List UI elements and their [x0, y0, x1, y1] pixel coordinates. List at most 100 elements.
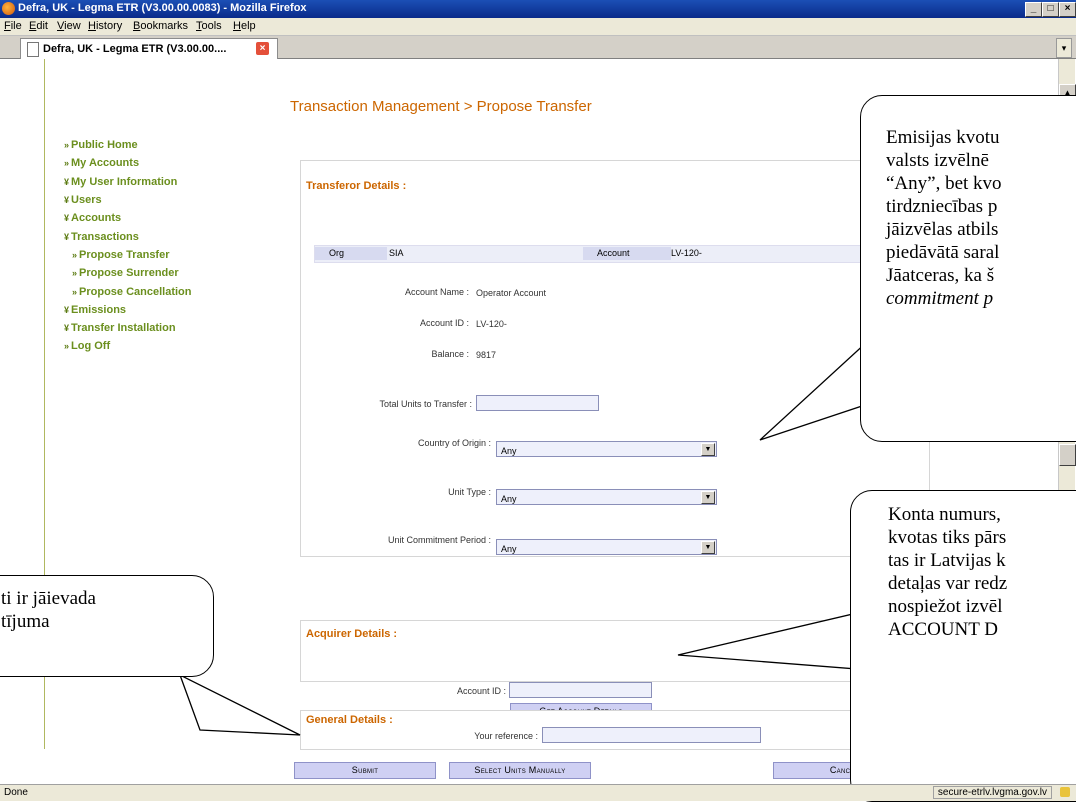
nav-arrow-icon: »	[64, 158, 70, 168]
callout-account-number: Konta numurs, kvotas tiks pārs tas ir La…	[850, 490, 1076, 802]
nav-users[interactable]: ¥ Users	[64, 194, 102, 206]
nav-label: Transfer Installation	[71, 322, 176, 334]
nav-arrow-icon: »	[64, 341, 70, 351]
chevron-down-icon[interactable]: ▼	[701, 443, 715, 456]
org-label: Org	[329, 248, 345, 258]
callout-line: ti ir jāievada	[1, 588, 96, 609]
menu-history[interactable]: History	[88, 20, 122, 32]
nav-label: Propose Cancellation	[79, 286, 192, 298]
account-value: LV-120-	[671, 248, 702, 258]
menu-bar: File Edit View History Bookmarks Tools H…	[0, 18, 1076, 36]
nav-label: My Accounts	[71, 157, 140, 169]
nav-log-off[interactable]: » Log Off	[64, 340, 110, 352]
org-value: SIA	[389, 248, 404, 258]
scrollbar-thumb[interactable]	[1059, 444, 1076, 466]
nav-my-accounts[interactable]: » My Accounts	[64, 157, 139, 169]
maximize-button[interactable]: □	[1042, 2, 1059, 17]
nav-label: Transactions	[71, 231, 139, 243]
nav-label: Users	[71, 194, 102, 206]
acquirer-account-id-label: Account ID :	[456, 686, 506, 696]
nav-arrow-icon: »	[72, 287, 78, 297]
acquirer-account-id-input[interactable]	[509, 682, 652, 698]
tab-bar: Defra, UK - Legma ETR (V3.00.00.... × ▾	[0, 36, 1076, 59]
balance-label: Balance :	[431, 349, 469, 359]
nav-arrow-icon: »	[64, 140, 70, 150]
nav-my-user-information[interactable]: ¥ My User Information	[64, 176, 177, 188]
account-label: Account	[597, 248, 630, 258]
callout-line: tījuma	[1, 611, 50, 632]
nav-label: Propose Surrender	[79, 267, 179, 279]
nav-arrow-icon: ¥	[64, 213, 70, 223]
commitment-period-select[interactable]: Any ▼	[496, 539, 717, 555]
menu-edit[interactable]: Edit	[29, 20, 48, 32]
nav-transactions[interactable]: ¥ Transactions	[64, 231, 139, 243]
total-units-label: Total Units to Transfer :	[379, 399, 472, 409]
callout-line: ACCOUNT D	[888, 619, 998, 640]
nav-arrow-icon: ¥	[64, 305, 70, 315]
menu-help[interactable]: Help	[233, 20, 256, 32]
close-button[interactable]: ×	[1059, 2, 1076, 17]
total-units-input[interactable]	[476, 395, 599, 411]
status-text: Done	[4, 787, 28, 798]
nav-label: Propose Transfer	[79, 249, 170, 261]
account-id-label: Account ID :	[419, 318, 469, 328]
callout-line: valsts izvēlnē	[886, 150, 989, 171]
lock-icon	[1060, 787, 1070, 797]
nav-accounts[interactable]: ¥ Accounts	[64, 212, 121, 224]
nav-transfer-installation[interactable]: ¥ Transfer Installation	[64, 322, 176, 334]
callout-line: nospiežot izvēl	[888, 596, 1003, 617]
unit-type-select[interactable]: Any ▼	[496, 489, 717, 505]
page-icon	[27, 42, 39, 57]
nav-propose-transfer[interactable]: » Propose Transfer	[72, 249, 170, 261]
acquirer-heading: Acquirer Details :	[306, 628, 398, 640]
menu-bookmarks[interactable]: Bookmarks	[133, 20, 188, 32]
callout-line: commitment p	[886, 288, 994, 309]
org-account-row: Org SIA Account LV-120-	[314, 245, 926, 263]
status-bar: Done secure-etrlv.lvgma.gov.lv	[0, 784, 1076, 801]
your-reference-label: Your reference :	[474, 731, 538, 741]
nav-propose-cancellation[interactable]: » Propose Cancellation	[72, 286, 192, 298]
menu-file[interactable]: File	[4, 20, 22, 32]
nav-label: Accounts	[71, 212, 122, 224]
nav-emissions[interactable]: ¥ Emissions	[64, 304, 126, 316]
browser-tab[interactable]: Defra, UK - Legma ETR (V3.00.00.... ×	[20, 38, 278, 59]
nav-arrow-icon: ¥	[64, 232, 70, 242]
commitment-period-label: Unit Commitment Period :	[387, 535, 491, 545]
country-of-origin-select[interactable]: Any ▼	[496, 441, 717, 457]
callout-line: “Any”, bet kvo	[886, 173, 1002, 194]
nav-propose-surrender[interactable]: » Propose Surrender	[72, 267, 179, 279]
transferor-heading: Transferor Details :	[306, 180, 407, 192]
tab-list-dropdown[interactable]: ▾	[1056, 38, 1072, 58]
nav-label: Emissions	[71, 304, 127, 316]
nav-public-home[interactable]: » Public Home	[64, 139, 138, 151]
chevron-down-icon[interactable]: ▼	[701, 541, 715, 554]
callout-line: piedāvātā saral	[886, 242, 1000, 263]
callout-line: detaļas var redz	[888, 573, 1008, 594]
firefox-logo-icon	[2, 2, 15, 15]
menu-tools[interactable]: Tools	[196, 20, 222, 32]
nav-label: Log Off	[71, 340, 111, 352]
submit-button[interactable]: Submit	[294, 762, 436, 779]
selected-value: Any	[501, 446, 517, 456]
callout-line: Jāatceras, ka š	[886, 265, 995, 286]
org-label-box	[315, 247, 387, 260]
callout-line: tas ir Latvijas k	[888, 550, 1006, 571]
your-reference-input[interactable]	[542, 727, 761, 743]
tab-label: Defra, UK - Legma ETR (V3.00.00....	[43, 43, 227, 55]
menu-view[interactable]: View	[57, 20, 81, 32]
nav-label: My User Information	[71, 176, 178, 188]
country-of-origin-label: Country of Origin :	[417, 438, 491, 448]
minimize-button[interactable]: _	[1025, 2, 1042, 17]
nav-arrow-icon: ¥	[64, 177, 70, 187]
select-units-manually-button[interactable]: Select Units Manually	[449, 762, 591, 779]
tab-close-icon[interactable]: ×	[256, 42, 269, 55]
callout-line: jāizvēlas atbils	[886, 219, 999, 240]
callout-country-origin: Emisijas kvotu valsts izvēlnē “Any”, bet…	[860, 95, 1076, 442]
nav-arrow-icon: »	[72, 250, 78, 260]
callout-line: Konta numurs,	[888, 504, 1001, 525]
nav-arrow-icon: ¥	[64, 195, 70, 205]
nav-arrow-icon: »	[72, 268, 78, 278]
window-titlebar: Defra, UK - Legma ETR (V3.00.00.0083) - …	[0, 0, 1076, 18]
chevron-down-icon[interactable]: ▼	[701, 491, 715, 504]
selected-value: Any	[501, 494, 517, 504]
